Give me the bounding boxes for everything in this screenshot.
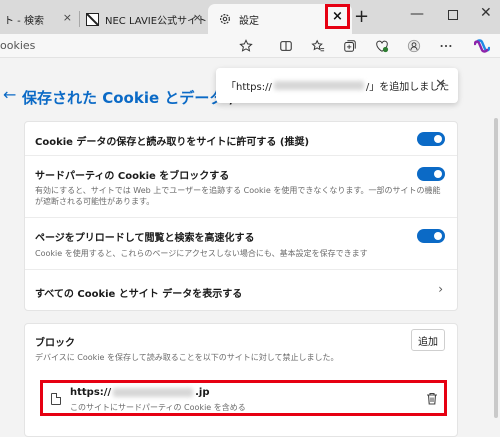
blurred-domain — [273, 81, 364, 90]
blocked-site-row: https:// .jp このサイトにサードパーティの Cookie を含める — [40, 380, 447, 416]
chevron-right-icon: › — [438, 282, 443, 296]
toolbar: ookies — [0, 34, 500, 58]
block-title: ブロック — [35, 338, 75, 349]
add-button[interactable]: 追加 — [411, 329, 445, 351]
tab-close-icon[interactable]: × — [193, 11, 202, 24]
setting-description: 有効にすると、サイトでは Web 上でユーザーを追跡する Cookie を使用で… — [35, 186, 441, 206]
nec-favicon-icon — [86, 12, 99, 26]
setting-row-block-third-party: サードパーティの Cookie をブロックする 有効にすると、サイトでは Web… — [25, 156, 457, 218]
scrollbar[interactable] — [494, 118, 498, 418]
window-close-button[interactable]: ✕ — [480, 5, 492, 21]
favorite-star-icon[interactable] — [238, 38, 254, 54]
close-icon: × — [332, 9, 343, 24]
tab-search[interactable]: ト - 検索 × — [0, 4, 78, 34]
site-url-prefix: https:// — [70, 387, 112, 398]
block-card: ブロック デバイスに Cookie を保存して読み取ることを以下のサイトに対して… — [24, 323, 458, 437]
browser-essentials-icon[interactable] — [374, 38, 390, 54]
allow-cookies-toggle[interactable] — [417, 132, 445, 146]
split-screen-icon[interactable] — [278, 38, 294, 54]
new-tab-button[interactable]: + — [354, 6, 369, 27]
tab-strip: ト - 検索 × NEC LAVIE公式サイト > × 設定 × + — ✕ — [0, 0, 500, 34]
setting-title: サードパーティの Cookie をブロックする — [35, 171, 230, 182]
setting-description: Cookie を使用すると、これらのページにアクセスしない場合にも、基本設定を保… — [35, 249, 368, 258]
added-notification: 「https:///」を追加しました ✕ — [216, 68, 458, 103]
tab-nec-lavie[interactable]: NEC LAVIE公式サイト > × — [80, 4, 208, 34]
preload-toggle[interactable] — [417, 229, 445, 243]
toast-prefix: 「https:// — [226, 82, 272, 93]
favorites-icon[interactable] — [310, 38, 326, 54]
minimize-button[interactable]: — — [410, 6, 424, 22]
setting-row-preload: ページをプリロードして閲覧と検索を高速化する Cookie を使用すると、これら… — [25, 218, 457, 270]
more-options-icon[interactable] — [438, 38, 454, 54]
maximize-button[interactable] — [448, 10, 458, 20]
blurred-domain — [113, 387, 194, 397]
site-url-suffix: .jp — [195, 387, 210, 398]
profile-icon[interactable] — [406, 38, 422, 54]
copilot-icon[interactable] — [474, 38, 490, 54]
site-url: https:// .jp — [70, 387, 209, 398]
setting-title: すべての Cookie とサイト データを表示する — [35, 289, 243, 300]
block-third-party-toggle[interactable] — [417, 167, 445, 181]
breadcrumb-link[interactable]: 保存された Cookie とデータ — [22, 89, 224, 107]
tab-label: ト - 検索 — [4, 15, 44, 27]
document-icon — [51, 393, 61, 405]
setting-title: Cookie データの保存と読み取りをサイトに許可する (推奨) — [35, 137, 310, 148]
settings-tab-close-button[interactable]: × — [325, 4, 350, 29]
site-description: このサイトにサードパーティの Cookie を含める — [70, 403, 246, 412]
tab-label: 設定 — [239, 15, 259, 27]
collections-icon[interactable] — [342, 38, 358, 54]
block-description: デバイスに Cookie を保存して読み取ることを以下のサイトに対して禁止しまし… — [35, 353, 339, 362]
tab-close-icon[interactable]: × — [63, 11, 72, 24]
address-bar[interactable]: ookies — [0, 36, 260, 56]
gear-icon — [220, 14, 230, 24]
setting-title: ページをプリロードして閲覧と検索を高速化する — [35, 233, 255, 244]
setting-row-see-all-cookies[interactable]: すべての Cookie とサイト データを表示する › — [25, 270, 457, 312]
close-icon[interactable]: ✕ — [435, 77, 446, 92]
settings-page: ← 保存された Cookie とデータ / Co 「https:///」を追加し… — [0, 58, 500, 437]
back-arrow-icon[interactable]: ← — [3, 85, 16, 104]
cookie-settings-card: Cookie データの保存と読み取りをサイトに許可する (推奨) サードパーティ… — [24, 121, 458, 311]
trash-icon[interactable] — [426, 392, 438, 405]
setting-row-allow-cookies: Cookie データの保存と読み取りをサイトに許可する (推奨) — [25, 122, 457, 156]
